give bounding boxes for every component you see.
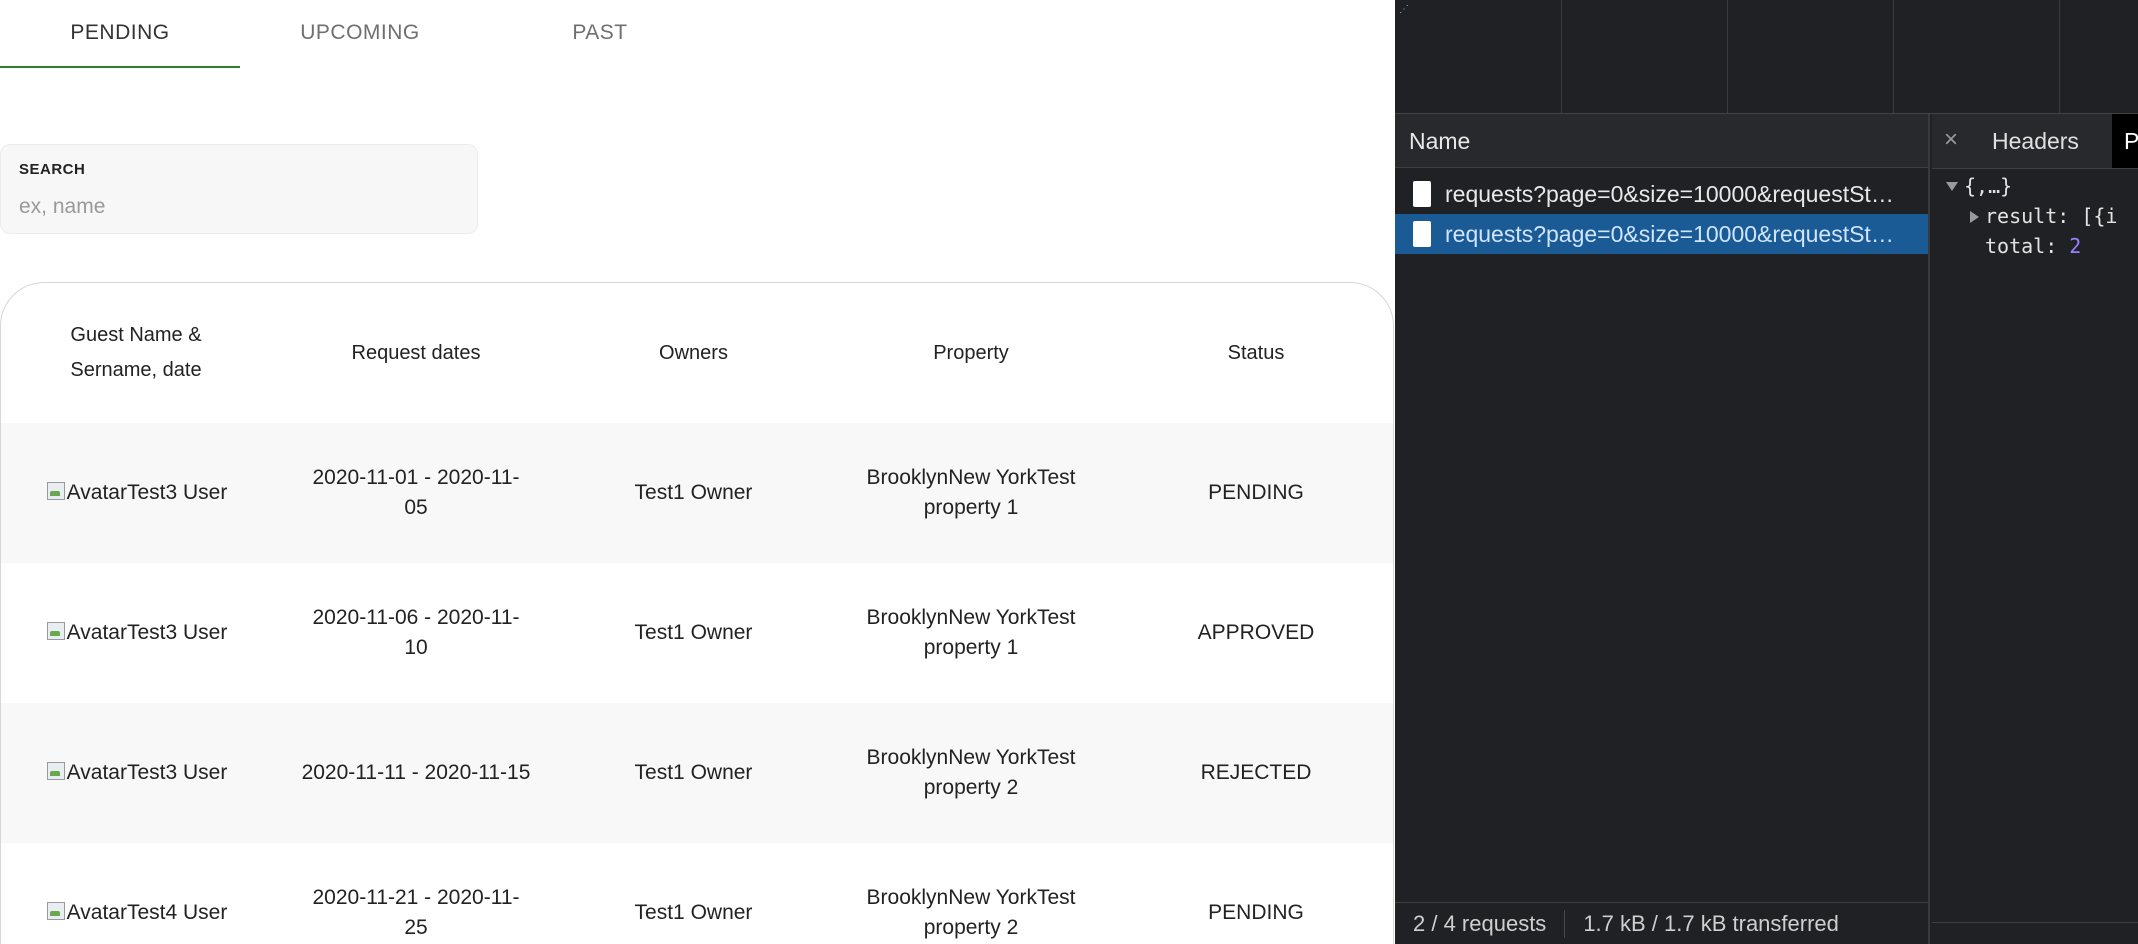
detail-tabs: × Headers P <box>1932 114 2138 169</box>
timeline-gridline <box>1727 0 1728 113</box>
guest-cell: AvatarTest3 User <box>21 423 251 563</box>
guest-name: Test3 User <box>126 481 228 504</box>
avatar-icon <box>45 480 67 502</box>
avatar-icon <box>45 900 67 922</box>
tab-preview[interactable]: P <box>2112 114 2138 168</box>
close-icon[interactable]: × <box>1944 126 1958 154</box>
table-row[interactable]: AvatarTest3 User 2020-11-01 - 2020-11-05… <box>1 423 1393 563</box>
request-url: requests?page=0&size=10000&requestSt… <box>1445 180 1894 207</box>
document-icon <box>1413 181 1431 207</box>
tab-upcoming[interactable]: UPCOMING <box>240 0 480 66</box>
avatar-alt-text: Avatar <box>66 621 127 644</box>
tab-past[interactable]: PAST <box>480 0 720 66</box>
status-cell: REJECTED <box>1200 761 1312 784</box>
json-root-text: {,…} <box>1964 174 2013 198</box>
search-input[interactable] <box>19 191 459 223</box>
property-cell: BrooklynNew YorkTest property 1 <box>866 466 1076 519</box>
table-row[interactable]: AvatarTest4 User 2020-11-21 - 2020-11-25… <box>1 843 1393 944</box>
column-header-property: Property <box>933 341 1009 364</box>
request-url: requests?page=0&size=10000&requestSt… <box>1445 220 1894 247</box>
timeline-gridline <box>1561 0 1562 113</box>
json-key-result: result: <box>1985 204 2070 228</box>
guest-name: Test4 User <box>126 901 228 924</box>
owner-cell: Test1 Owner <box>634 481 753 504</box>
property-cell: BrooklynNew YorkTest property 1 <box>866 606 1076 659</box>
status-cell: PENDING <box>1208 901 1304 924</box>
request-dates-cell: 2020-11-21 - 2020-11-25 <box>312 886 520 939</box>
document-icon <box>1413 221 1431 247</box>
request-row[interactable]: requests?page=0&size=10000&requestSt… <box>1395 174 1928 214</box>
requests-table: Guest Name & Sername, date Request dates… <box>0 282 1394 944</box>
json-value-result: [{i <box>2081 204 2118 228</box>
devtools-network-panel: ⋰ Name requests?page=0&size=10000&reques… <box>1395 0 2138 944</box>
table-row[interactable]: AvatarTest3 User 2020-11-11 - 2020-11-15… <box>1 703 1393 843</box>
request-detail-pane: × Headers P {,…} result: [{i total: 2 <box>1932 114 2138 944</box>
guest-name: Test3 User <box>126 761 228 784</box>
json-total-entry: total: 2 <box>1985 234 2081 258</box>
column-header-request-dates: Request dates <box>351 341 481 364</box>
table-header: Guest Name & Sername, date Request dates… <box>1 283 1393 423</box>
network-status-bar: 2 / 4 requests 1.7 kB / 1.7 kB transferr… <box>1395 902 1928 944</box>
status-cell: APPROVED <box>1197 621 1315 644</box>
column-header-owners: Owners <box>659 341 728 364</box>
expand-triangle-icon <box>1946 182 1958 191</box>
request-dates-cell: 2020-11-06 - 2020-11-10 <box>312 606 520 659</box>
request-dates-cell: 2020-11-01 - 2020-11-05 <box>312 466 520 519</box>
guest-name: Test3 User <box>126 621 228 644</box>
guest-cell: AvatarTest4 User <box>21 843 251 944</box>
timeline-marker-icon: ⋰ <box>1399 4 1409 15</box>
json-result-entry[interactable]: result: [{i <box>1970 204 2117 228</box>
column-header-guest: Guest Name & Sername, date <box>70 324 202 381</box>
request-list-pane: Name requests?page=0&size=10000&requestS… <box>1395 114 1930 944</box>
column-header-status: Status <box>1227 341 1285 364</box>
timeline-gridline <box>1893 0 1894 113</box>
avatar-alt-text: Avatar <box>66 761 127 784</box>
property-cell: BrooklynNew YorkTest property 2 <box>866 746 1076 799</box>
requests-app: PENDING UPCOMING PAST SEARCH Guest Name … <box>0 0 1395 944</box>
json-root[interactable]: {,…} <box>1946 174 2012 198</box>
json-key-total: total: <box>1985 234 2058 258</box>
property-cell: BrooklynNew YorkTest property 2 <box>866 886 1076 939</box>
request-dates-cell: 2020-11-11 - 2020-11-15 <box>301 761 531 784</box>
tab-pending[interactable]: PENDING <box>0 0 240 68</box>
avatar-icon <box>45 620 67 642</box>
detail-status-bar <box>1932 922 2138 944</box>
owner-cell: Test1 Owner <box>634 761 753 784</box>
owner-cell: Test1 Owner <box>634 621 753 644</box>
tab-headers[interactable]: Headers <box>1992 114 2079 168</box>
search-box: SEARCH <box>0 144 478 234</box>
owner-cell: Test1 Owner <box>634 901 753 924</box>
request-row-selected[interactable]: requests?page=0&size=10000&requestSt… <box>1395 214 1928 254</box>
avatar-alt-text: Avatar <box>66 901 127 924</box>
transfer-size: 1.7 kB / 1.7 kB transferred <box>1583 910 1839 936</box>
request-count: 2 / 4 requests <box>1413 910 1547 936</box>
avatar-alt-text: Avatar <box>66 481 127 504</box>
table-row[interactable]: AvatarTest3 User 2020-11-06 - 2020-11-10… <box>1 563 1393 703</box>
name-column-header[interactable]: Name <box>1395 114 1928 168</box>
status-tabs: PENDING UPCOMING PAST <box>0 0 1395 68</box>
avatar-icon <box>45 760 67 782</box>
collapse-triangle-icon <box>1970 211 1979 223</box>
json-value-total: 2 <box>2069 234 2082 258</box>
status-cell: PENDING <box>1208 481 1304 504</box>
guest-cell: AvatarTest3 User <box>21 563 251 703</box>
guest-cell: AvatarTest3 User <box>21 703 251 843</box>
search-label: SEARCH <box>19 161 86 178</box>
network-overview-timeline[interactable]: ⋰ <box>1395 0 2138 114</box>
timeline-gridline <box>2059 0 2060 113</box>
